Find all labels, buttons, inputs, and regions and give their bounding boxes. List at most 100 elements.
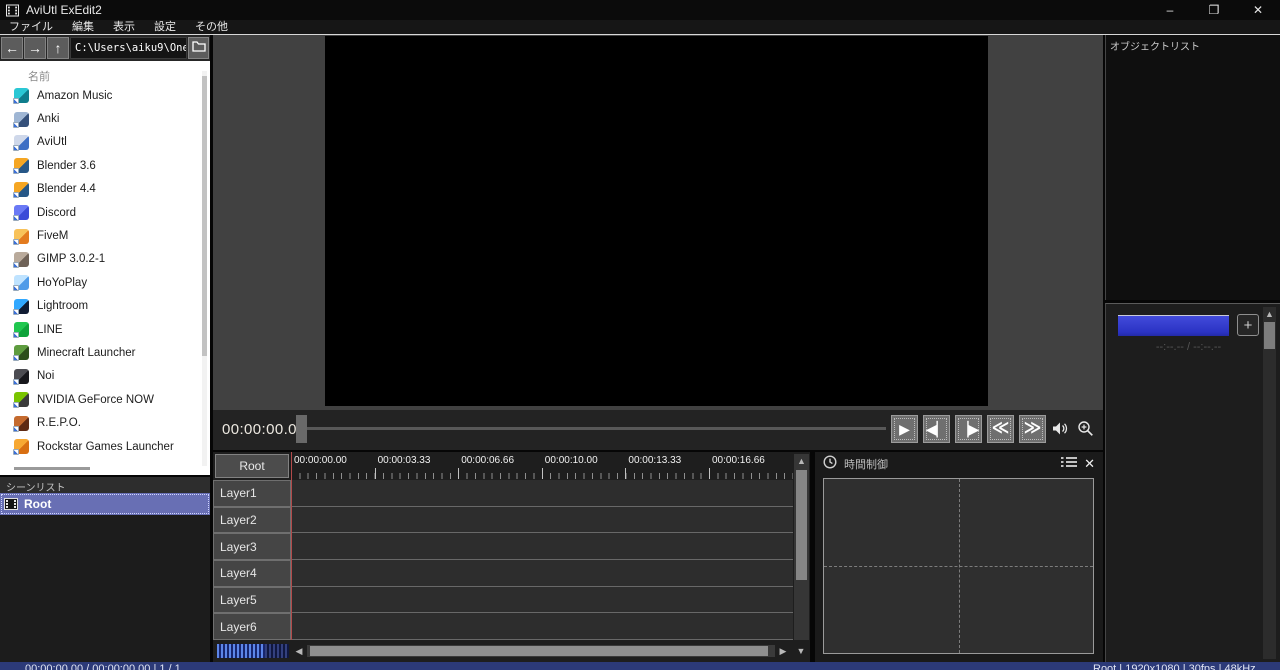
- menu-item[interactable]: 設定: [154, 20, 176, 34]
- menu-item[interactable]: 表示: [113, 20, 135, 34]
- media-vertical-scrollbar[interactable]: ▲: [1263, 307, 1276, 659]
- timeline-panel: Root 00:00:00.00 00:00:03.33 00:00:06.66 00…: [213, 452, 810, 662]
- playhead[interactable]: [291, 452, 292, 640]
- layer-track[interactable]: [291, 533, 793, 560]
- media-item-bar[interactable]: [1118, 315, 1229, 336]
- file-item[interactable]: Minecraft Launcher: [0, 341, 196, 364]
- timeline-vertical-scrollbar[interactable]: ▲: [794, 454, 809, 640]
- file-list-vertical-scrollbar[interactable]: [202, 71, 207, 466]
- scroll-down-icon[interactable]: ▼: [795, 645, 807, 657]
- scrollbar-thumb[interactable]: [1264, 322, 1275, 349]
- file-item-label: AviUtl: [37, 136, 67, 149]
- scene-list-title: シーンリスト: [0, 477, 210, 494]
- file-item[interactable]: NVIDIA GeForce NOW: [0, 388, 196, 411]
- scrollbar-thumb[interactable]: [796, 470, 807, 580]
- app-icon: [13, 134, 29, 151]
- menu-item[interactable]: 編集: [72, 20, 94, 34]
- scroll-up-icon[interactable]: ▲: [796, 455, 807, 466]
- file-item[interactable]: Blender 3.6: [0, 154, 196, 177]
- title-bar: AviUtl ExEdit2 – ❐ ✕: [0, 0, 1280, 20]
- menu-item[interactable]: その他: [195, 20, 228, 34]
- file-item[interactable]: Rockstar Games Launcher: [0, 435, 196, 458]
- layer-button[interactable]: Layer5: [213, 586, 291, 614]
- minimize-button[interactable]: –: [1148, 0, 1192, 20]
- status-timecode: 00:00:00.00 / 00:00:00.00 | 1 / 1: [25, 663, 181, 670]
- file-item[interactable]: Discord: [0, 201, 196, 224]
- zoom-in-icon[interactable]: [1077, 420, 1094, 437]
- file-item[interactable]: HoYoPlay: [0, 271, 196, 294]
- layer-button[interactable]: Layer2: [213, 506, 291, 534]
- skip-back-button[interactable]: ≪: [987, 415, 1014, 443]
- shortcut-badge-icon: [13, 425, 19, 432]
- file-item-label: NVIDIA GeForce NOW: [37, 393, 154, 406]
- timeline-scene-tab[interactable]: Root: [215, 454, 289, 478]
- file-list-horizontal-scrollbar[interactable]: [14, 467, 90, 470]
- layer-button[interactable]: Layer6: [213, 613, 291, 640]
- prev-frame-button[interactable]: ◀▏: [923, 415, 950, 443]
- shortcut-badge-icon: [13, 285, 19, 292]
- file-list-name-header[interactable]: 名前: [28, 68, 50, 84]
- layer-track[interactable]: [291, 559, 793, 587]
- app-icon: [13, 111, 29, 128]
- layer-track[interactable]: [291, 586, 793, 614]
- forward-button[interactable]: →: [24, 37, 46, 59]
- file-item-label: Amazon Music: [37, 89, 113, 102]
- seek-handle[interactable]: [296, 415, 307, 443]
- play-button[interactable]: ▶: [891, 415, 918, 443]
- shortcut-badge-icon: [13, 144, 19, 151]
- app-icon: [13, 181, 29, 198]
- file-item[interactable]: Lightroom: [0, 295, 196, 318]
- timeline-horizontal-scrollbar[interactable]: [307, 645, 775, 657]
- file-item[interactable]: FiveM: [0, 224, 196, 247]
- file-item-label: R.E.P.O.: [37, 417, 81, 430]
- next-frame-button[interactable]: ▕▶: [955, 415, 982, 443]
- shortcut-badge-icon: [13, 121, 19, 128]
- timeline-layer-row: Layer6: [213, 613, 793, 640]
- restore-button[interactable]: ❐: [1192, 0, 1236, 20]
- layer-button[interactable]: Layer4: [213, 559, 291, 587]
- layer-track[interactable]: [291, 506, 793, 534]
- app-icon: [13, 205, 29, 222]
- scrollbar-thumb[interactable]: [202, 76, 207, 356]
- scroll-right-icon[interactable]: ▶: [777, 645, 789, 657]
- status-bar: 00:00:00.00 / 00:00:00.00 | 1 / 1 Root |…: [0, 662, 1280, 670]
- close-button[interactable]: ✕: [1236, 0, 1280, 20]
- layer-button[interactable]: Layer1: [213, 480, 291, 507]
- skip-forward-button[interactable]: ≫: [1019, 415, 1046, 443]
- add-media-button[interactable]: +: [1237, 314, 1259, 336]
- file-item[interactable]: R.E.P.O.: [0, 411, 196, 434]
- file-item[interactable]: LINE: [0, 318, 196, 341]
- timeline-ruler[interactable]: 00:00:00.00 00:00:03.33 00:00:06.66 00:00:1…: [291, 452, 793, 480]
- speaker-icon[interactable]: [1051, 420, 1070, 437]
- current-timecode: 00:00:00.00: [222, 421, 306, 438]
- file-item[interactable]: Amazon Music: [0, 84, 196, 107]
- scroll-left-icon[interactable]: ◀: [293, 645, 305, 657]
- layer-track[interactable]: [291, 480, 793, 507]
- browse-folder-button[interactable]: [188, 37, 209, 59]
- file-item[interactable]: GIMP 3.0.2-1: [0, 248, 196, 271]
- time-control-graph[interactable]: [823, 478, 1094, 654]
- timeline-zoom-gauge[interactable]: [217, 644, 289, 658]
- seek-track[interactable]: [307, 427, 886, 430]
- file-item-label: Anki: [37, 113, 60, 126]
- timeline-layer-row: Layer3: [213, 533, 793, 560]
- layer-track[interactable]: [291, 613, 793, 640]
- ruler-tick: [458, 468, 460, 479]
- scrollbar-thumb[interactable]: [310, 646, 768, 656]
- file-item[interactable]: AviUtl: [0, 131, 196, 154]
- video-canvas[interactable]: [325, 36, 988, 406]
- file-item[interactable]: Anki: [0, 107, 196, 130]
- file-item[interactable]: Noi: [0, 365, 196, 388]
- back-button[interactable]: ←: [1, 37, 23, 59]
- up-button[interactable]: ↑: [47, 37, 69, 59]
- menu-item[interactable]: ファイル: [9, 20, 53, 34]
- time-control-close-icon[interactable]: ✕: [1084, 456, 1095, 472]
- scene-item[interactable]: Root: [0, 493, 210, 515]
- path-input[interactable]: [70, 37, 187, 59]
- layer-button[interactable]: Layer3: [213, 533, 291, 560]
- ruler-timecode: 00:00:00.00: [294, 455, 347, 466]
- file-item[interactable]: Blender 4.4: [0, 178, 196, 201]
- scroll-up-icon[interactable]: ▲: [1264, 308, 1275, 319]
- ruler-timecode: 00:00:06.66: [461, 455, 515, 466]
- list-icon[interactable]: [1061, 455, 1078, 473]
